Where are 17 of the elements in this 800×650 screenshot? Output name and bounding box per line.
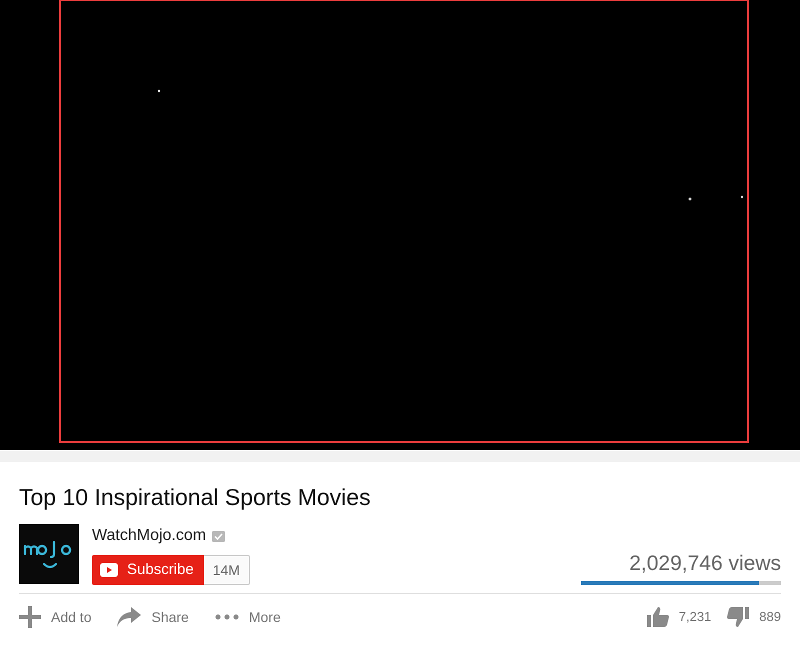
- video-title: Top 10 Inspirational Sports Movies: [19, 483, 372, 512]
- thumbs-up-icon: [646, 607, 669, 627]
- subscriber-count: 14M: [204, 555, 250, 585]
- more-dots-icon: [214, 614, 239, 620]
- like-button[interactable]: 7,231: [646, 607, 712, 627]
- plus-icon: [19, 606, 41, 628]
- action-button[interactable]: Share: [117, 606, 189, 628]
- channel-name[interactable]: WatchMojo.com: [92, 524, 206, 548]
- view-count: 2,029,746 views: [629, 551, 781, 577]
- channel-avatar[interactable]: [19, 524, 79, 584]
- dislike-button[interactable]: 889: [727, 607, 781, 627]
- share-arrow-icon: [117, 607, 142, 627]
- subscribe-button[interactable]: Subscribe: [92, 555, 204, 585]
- action-button[interactable]: More: [214, 606, 281, 628]
- play-icon: [100, 563, 118, 577]
- action-button[interactable]: Add to: [19, 606, 92, 628]
- thumbs-down-icon: [727, 607, 750, 627]
